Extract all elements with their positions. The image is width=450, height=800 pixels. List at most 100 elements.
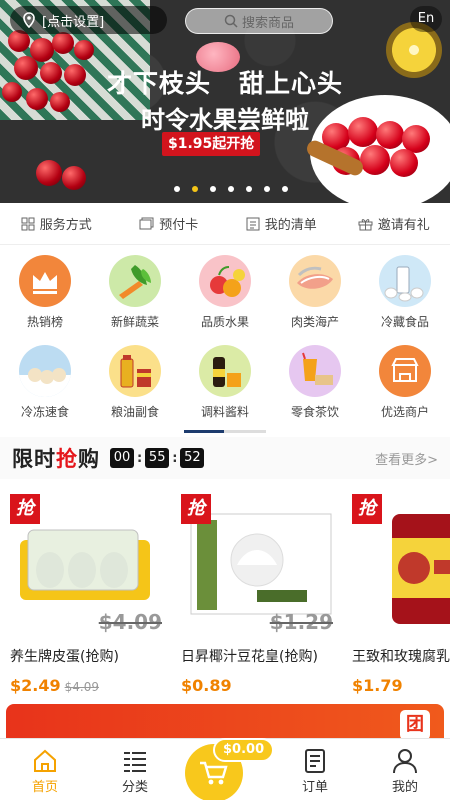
gift-icon: [358, 218, 373, 230]
carousel-dots: [174, 186, 288, 192]
category-label: 新鲜蔬菜: [110, 315, 159, 329]
view-more-link[interactable]: 查看更多>: [375, 449, 438, 468]
banner-subheadline: 时令水果尝鲜啦: [141, 106, 309, 134]
product-card[interactable]: 抢 $4.09 养生牌皮蛋(抢购) $2.49 $4.09: [10, 490, 175, 695]
flash-sale-header: 限时抢购 00 : 55 : 52 查看更多>: [0, 437, 450, 479]
fruit-icon: [199, 255, 251, 307]
category-label: 冷冻速食: [20, 405, 69, 419]
oil-icon: [109, 345, 161, 397]
original-price: $4.09: [64, 680, 99, 694]
user-icon: [393, 749, 417, 774]
category-frozen[interactable]: 冷冻速食: [0, 345, 90, 420]
tab-label: 分类: [121, 780, 148, 795]
flash-sale-products: 抢 $4.09 养生牌皮蛋(抢购) $2.49 $4.09 抢 $1.29 日昇椰…: [0, 490, 450, 695]
category-list-icon: [124, 751, 146, 773]
search-input[interactable]: 搜索商品: [185, 8, 333, 34]
cart-total: $0.00: [213, 738, 275, 762]
crown-icon: [19, 255, 71, 307]
flash-sale-title: 限时抢购: [12, 447, 100, 471]
carousel-dot[interactable]: [174, 186, 180, 192]
category-grain-oil[interactable]: 粮油副食: [90, 345, 180, 420]
product-name: 王致和玫瑰腐乳: [352, 649, 450, 665]
carousel-dot[interactable]: [210, 186, 216, 192]
carousel-dot[interactable]: [264, 186, 270, 192]
timer-hours: 00: [110, 448, 134, 468]
category-vegetables[interactable]: 新鲜蔬菜: [90, 255, 180, 330]
product-name: 日昇椰汁豆花皇(抢购): [181, 649, 318, 665]
category-snacks-drinks[interactable]: 零食茶饮: [270, 345, 360, 420]
category-label: 粮油副食: [110, 405, 159, 419]
tab-label: 我的: [391, 780, 418, 795]
category-label: 品质水果: [200, 315, 249, 329]
timer-minutes: 55: [145, 448, 170, 468]
service-label: 邀请有礼: [377, 218, 430, 233]
invite-button[interactable]: 邀请有礼: [338, 214, 450, 233]
product-price: $2.49 $4.09: [10, 676, 99, 695]
search-icon: [224, 14, 238, 28]
product-image: 抢 $4.09: [10, 490, 170, 640]
category-hot-sellers[interactable]: 热销榜: [0, 255, 90, 330]
prepaid-card-button[interactable]: 预付卡: [113, 214, 226, 233]
product-price: $0.89: [181, 676, 232, 695]
vegetable-icon: [109, 255, 161, 307]
carousel-dot-active[interactable]: [192, 186, 198, 192]
product-image: 抢 $1.29: [181, 490, 341, 640]
location-selector[interactable]: [点击设置]: [10, 6, 167, 34]
tab-orders[interactable]: 订单: [270, 739, 360, 800]
tab-label: 首页: [31, 780, 58, 795]
category-label: 优选商户: [380, 405, 429, 419]
snack-icon: [289, 345, 341, 397]
product-image: 抢: [352, 490, 450, 640]
category-fruit[interactable]: 品质水果: [180, 255, 270, 330]
tab-profile[interactable]: 我的: [360, 739, 450, 800]
category-label: 零食茶饮: [290, 405, 339, 419]
card-icon: [139, 217, 154, 230]
flash-badge: 抢: [352, 494, 382, 524]
category-label: 热销榜: [26, 315, 63, 329]
carousel-dot[interactable]: [246, 186, 252, 192]
carousel-dot[interactable]: [282, 186, 288, 192]
group-buy-logo: 团: [400, 710, 430, 740]
frozen-food-icon: [19, 345, 71, 397]
tab-home[interactable]: 首页: [0, 739, 90, 800]
home-icon: [34, 749, 56, 772]
countdown-timer: 00 : 55 : 52: [110, 448, 205, 468]
list-icon: [246, 217, 260, 230]
my-list-button[interactable]: 我的清单: [225, 214, 338, 233]
product-price: $1.79: [352, 676, 403, 695]
category-meat-seafood[interactable]: 肉类海产: [270, 255, 360, 330]
flash-badge: 抢: [10, 494, 40, 524]
shop-icon: [379, 345, 431, 397]
category-merchants[interactable]: 优选商户: [360, 345, 450, 420]
service-label: 预付卡: [159, 218, 199, 233]
search-placeholder: 搜索商品: [241, 15, 294, 31]
language-toggle[interactable]: En: [410, 6, 442, 32]
carousel-dot[interactable]: [228, 186, 234, 192]
milk-icon: [379, 255, 431, 307]
category-page-indicator: [184, 430, 266, 433]
product-card[interactable]: 抢 $1.29 日昇椰汁豆花皇(抢购) $0.89: [181, 490, 346, 695]
category-label: 肉类海产: [290, 315, 339, 329]
grid-icon: [21, 217, 35, 230]
order-icon: [305, 749, 325, 773]
product-name: 养生牌皮蛋(抢购): [10, 649, 119, 665]
service-method-button[interactable]: 服务方式: [0, 214, 113, 233]
service-row: 服务方式 预付卡 我的清单 邀请有礼: [0, 203, 450, 245]
banner-headline: 才下枝头 甜上心头: [0, 64, 450, 100]
banner-headline-right: 甜上心头: [239, 69, 344, 98]
tab-label: 订单: [301, 780, 328, 795]
home-page: 才下枝头 甜上心头 时令水果尝鲜啦 $1.95起开抢 [点击设置] 搜索商品 En…: [0, 0, 450, 800]
location-label: [点击设置]: [42, 14, 105, 30]
category-chilled[interactable]: 冷藏食品: [360, 255, 450, 330]
tab-category[interactable]: 分类: [90, 739, 180, 800]
category-label: 调料酱料: [200, 405, 249, 419]
category-sauces[interactable]: 调料酱料: [180, 345, 270, 420]
category-label: 冷藏食品: [380, 315, 429, 329]
timer-seconds: 52: [180, 448, 205, 468]
strike-price: $1.29: [269, 610, 333, 634]
cart-icon: [200, 761, 228, 785]
service-label: 我的清单: [264, 218, 317, 233]
banner-price-tag: $1.95起开抢: [162, 132, 261, 156]
flash-badge: 抢: [181, 494, 211, 524]
product-card[interactable]: 抢 王致和玫瑰腐乳 $1.79: [352, 490, 450, 695]
